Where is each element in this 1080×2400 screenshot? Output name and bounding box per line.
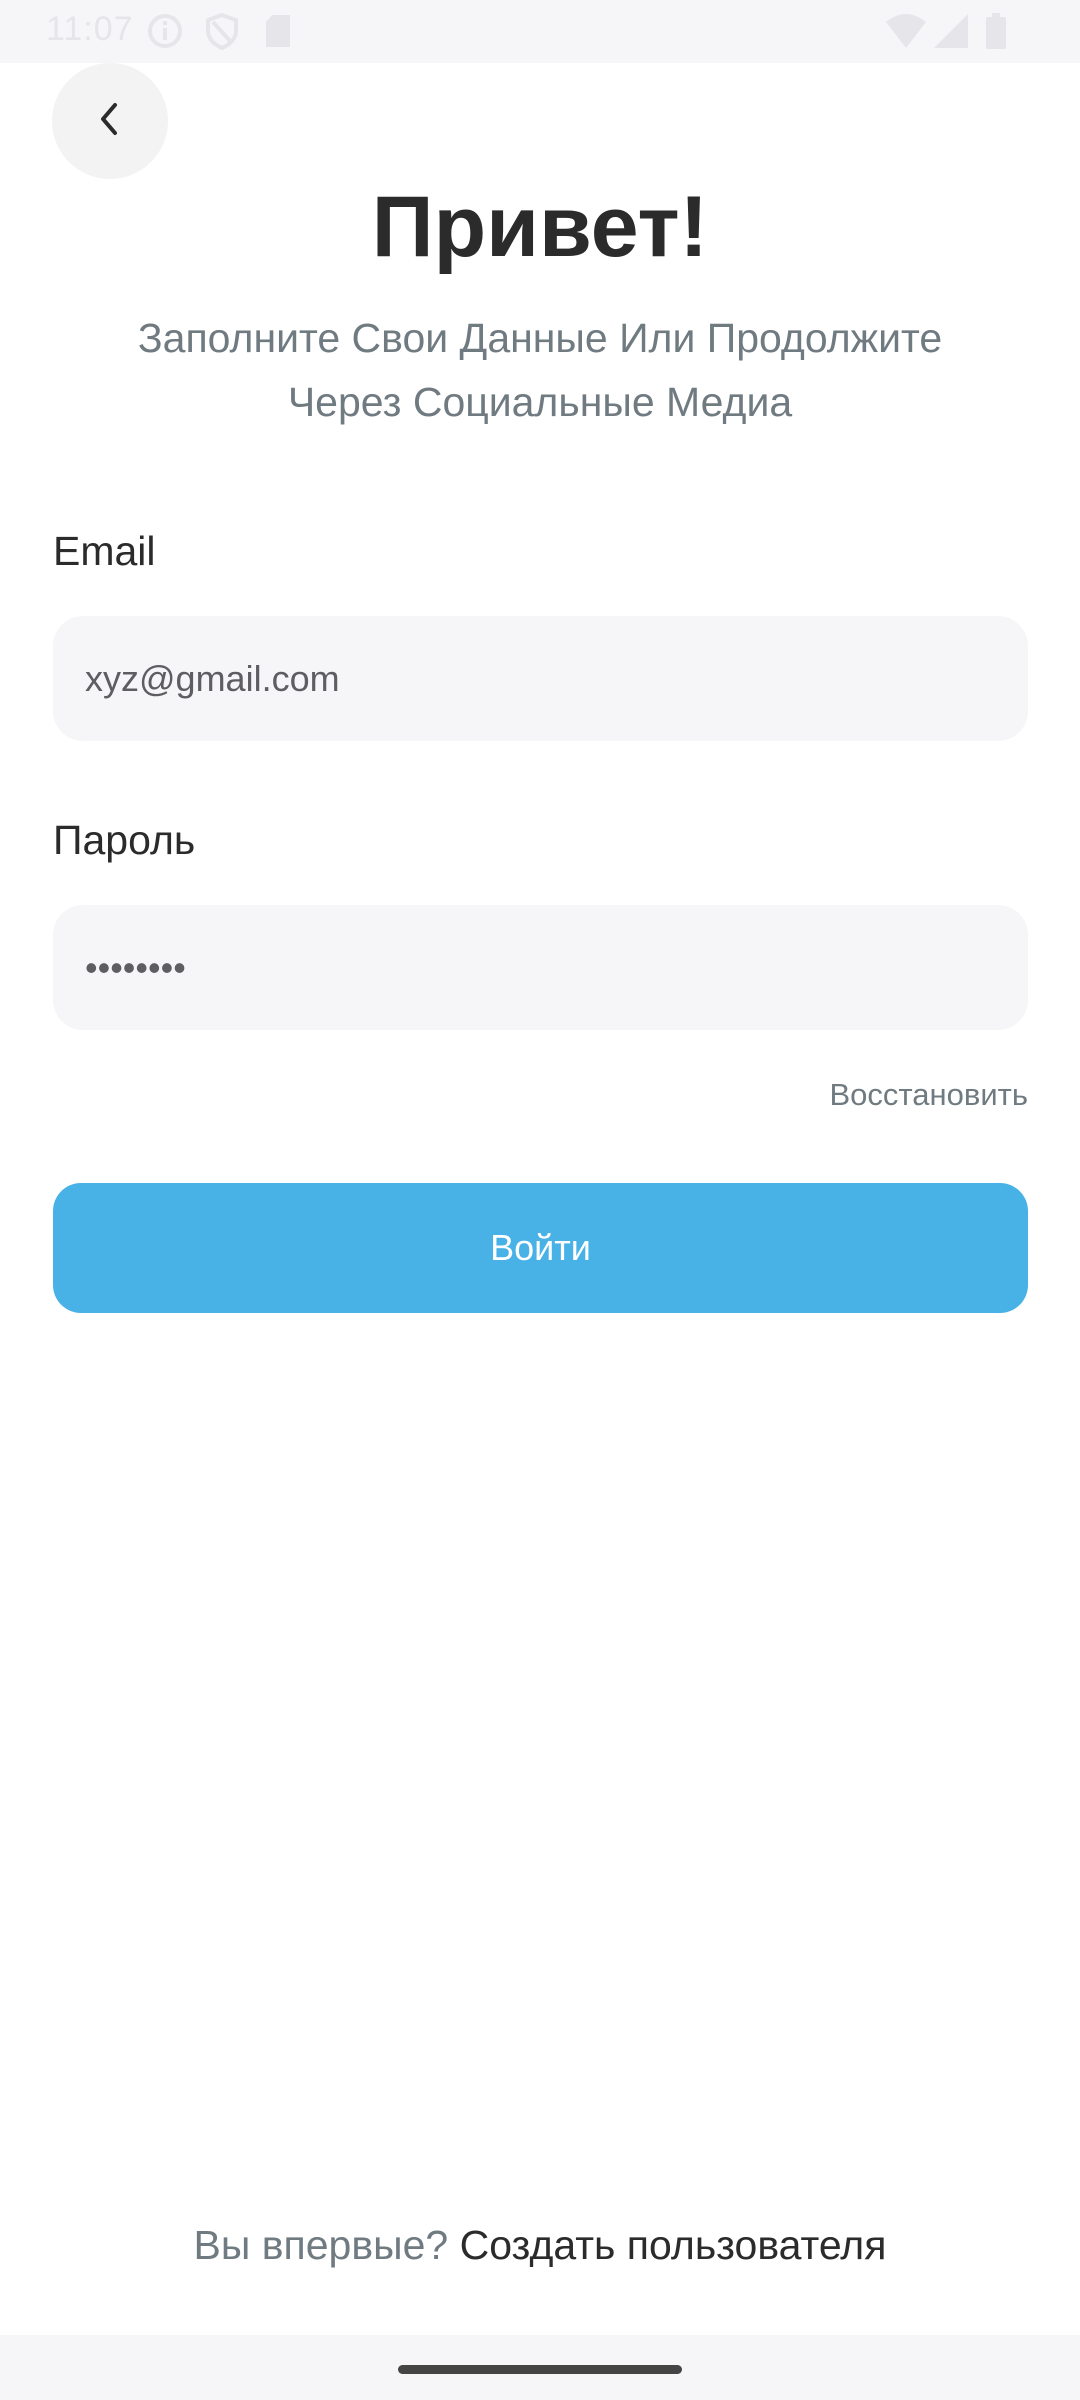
login-button[interactable]: Войти	[53, 1183, 1028, 1313]
wifi-icon	[884, 12, 928, 55]
status-time: 11:07	[46, 10, 134, 48]
password-label: Пароль	[53, 817, 196, 863]
page-subtitle: Заполните Свои Данные Или Продолжите Чер…	[90, 306, 990, 434]
sd-card-icon	[262, 12, 294, 55]
back-button[interactable]	[52, 63, 168, 179]
subtitle-line-1: Заполните Свои Данные Или Продолжите	[137, 315, 943, 361]
email-label: Email	[53, 528, 156, 574]
signup-prompt: Вы впервые? Создать пользователя	[0, 2222, 1080, 2269]
home-indicator[interactable]	[398, 2365, 682, 2374]
battery-icon	[984, 12, 1008, 55]
recover-password-link[interactable]: Восстановить	[829, 1077, 1028, 1113]
email-field[interactable]	[53, 616, 1028, 741]
create-user-link[interactable]: Создать пользователя	[460, 2222, 887, 2268]
info-icon	[146, 12, 184, 55]
page-title: Привет!	[371, 179, 709, 275]
subtitle-line-2: Через Социальные Медиа	[287, 379, 793, 425]
shield-icon	[203, 12, 241, 55]
chevron-left-icon	[93, 99, 127, 144]
signup-question: Вы впервые?	[193, 2222, 460, 2268]
login-screen: 11:07 Привет! Заполните Свои Данные Или …	[0, 0, 1080, 2400]
password-field[interactable]	[53, 905, 1028, 1030]
status-bar: 11:07	[0, 0, 1080, 63]
signal-icon	[932, 12, 970, 55]
